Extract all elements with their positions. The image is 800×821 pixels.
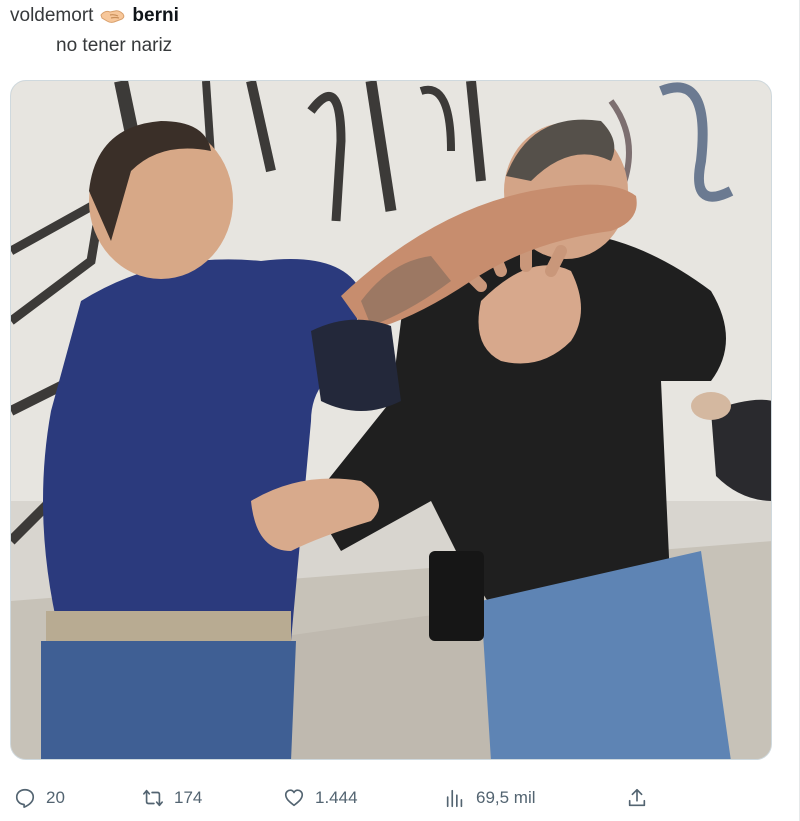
- views-count: 69,5 mil: [476, 788, 536, 807]
- meme-caption: no tener nariz: [56, 35, 173, 56]
- views-icon: [446, 789, 463, 808]
- tweet-text: voldemort berni no tener nariz: [10, 4, 770, 58]
- meme-subject: voldemort: [10, 5, 94, 26]
- tweet-action-bar: 20 174 1.444 69,5 mil: [0, 776, 800, 820]
- retweet-count: 174: [174, 788, 203, 807]
- heart-icon: [284, 789, 304, 807]
- share-icon: [628, 788, 646, 807]
- photo-illustration: [11, 81, 771, 759]
- tweet-text-line-1: voldemort berni: [10, 4, 770, 28]
- meme-object: berni: [132, 5, 179, 26]
- handshake-icon: [99, 6, 127, 26]
- reply-icon: [15, 788, 35, 808]
- retweet-icon: [143, 789, 163, 807]
- retweet-button[interactable]: 174: [142, 784, 202, 812]
- reply-button[interactable]: 20: [14, 784, 65, 812]
- like-button[interactable]: 1.444: [283, 784, 358, 812]
- views-button[interactable]: 69,5 mil: [444, 784, 536, 812]
- share-button[interactable]: [626, 784, 648, 812]
- reply-count: 20: [46, 788, 65, 807]
- like-count: 1.444: [315, 788, 358, 807]
- tweet-photo[interactable]: [10, 80, 772, 760]
